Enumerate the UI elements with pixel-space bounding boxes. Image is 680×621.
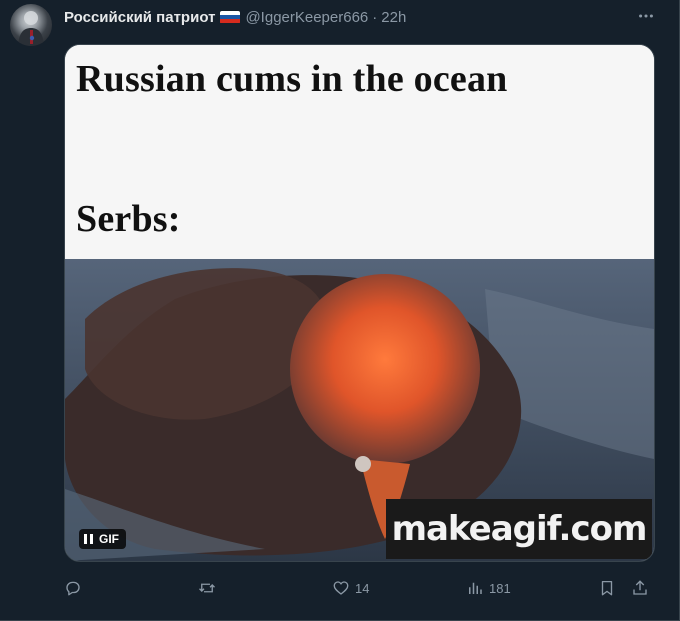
like-count: 14 (355, 580, 370, 596)
user-handle[interactable]: @IggerKeeper666 (245, 9, 368, 26)
bookmark-icon (601, 580, 613, 596)
views-button[interactable]: 181 (466, 576, 511, 600)
heart-icon (333, 581, 349, 595)
like-button[interactable]: 14 (332, 576, 369, 600)
reply-button[interactable] (64, 576, 87, 600)
display-name[interactable]: Российский патриот (64, 9, 215, 26)
tweet-header: Российский патриот @IggerKeeper666 · 22h (64, 6, 636, 28)
tweet-media[interactable]: Russian cums in the ocean Serbs: GIF mak… (64, 44, 655, 562)
retweet-icon (199, 583, 215, 593)
share-button[interactable] (631, 576, 649, 600)
avatar[interactable] (10, 4, 52, 46)
caption-line-2: Serbs: (76, 198, 181, 240)
pause-icon (84, 534, 93, 544)
meme-caption: Russian cums in the ocean Serbs: (65, 45, 654, 259)
separator-dot: · (372, 8, 378, 26)
caption-line-1: Russian cums in the ocean (76, 58, 508, 100)
gif-video[interactable]: GIF makeagif.com (65, 259, 654, 561)
watermark: makeagif.com (386, 499, 652, 559)
reply-icon (66, 581, 80, 596)
gif-label: GIF (99, 532, 119, 546)
russia-flag-icon (220, 10, 241, 24)
more-horizontal-icon (639, 14, 653, 18)
tweet-actions: 14 181 (64, 576, 660, 600)
tweet: Российский патриот @IggerKeeper666 · 22h… (0, 0, 680, 621)
watermark-text: makeagif.com (391, 509, 648, 549)
bookmark-button[interactable] (598, 576, 616, 600)
more-options-button[interactable] (636, 6, 656, 26)
avatar-image (18, 11, 44, 46)
retweet-button[interactable] (198, 576, 221, 600)
timestamp[interactable]: 22h (381, 9, 406, 26)
analytics-icon (469, 582, 482, 594)
gif-badge[interactable]: GIF (79, 529, 126, 549)
view-count: 181 (489, 580, 511, 596)
share-icon (633, 580, 647, 595)
